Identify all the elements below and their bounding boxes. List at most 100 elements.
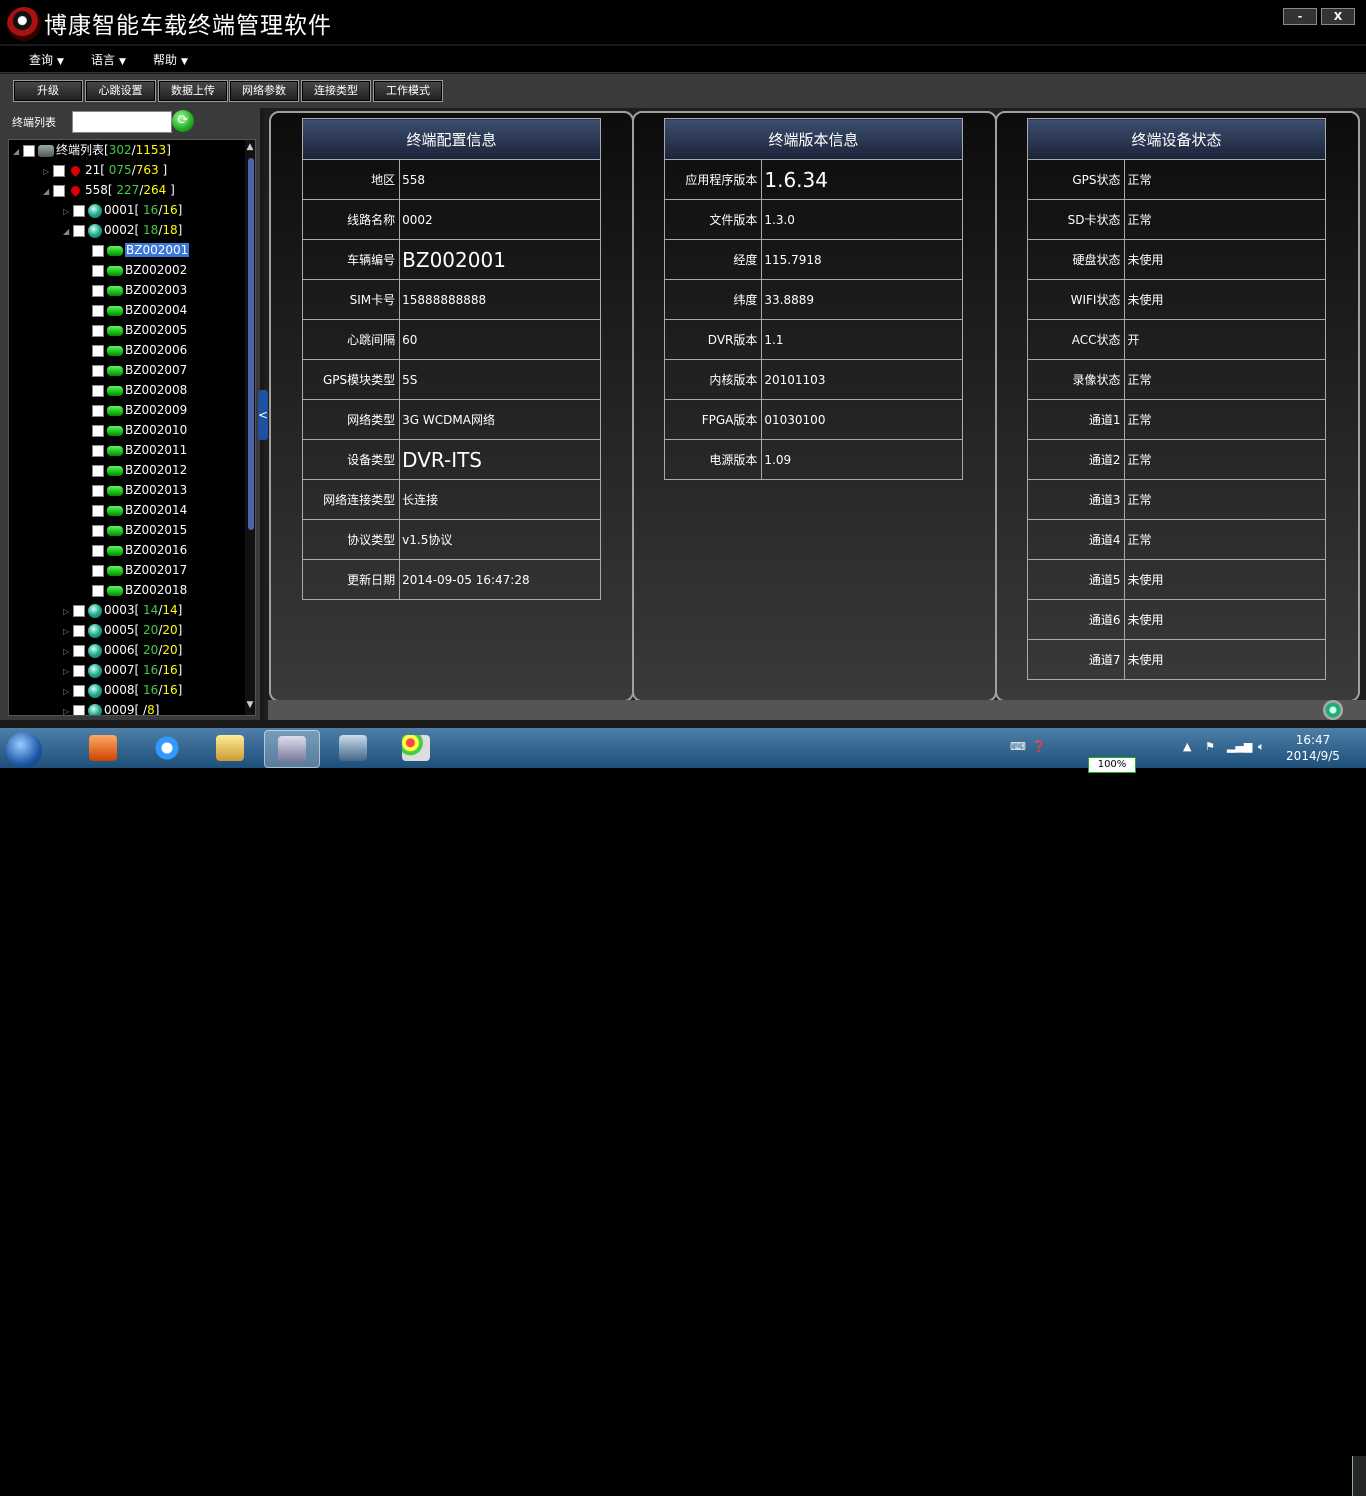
tree-vehicle-item[interactable]: BZ002007 — [92, 360, 187, 380]
tree-vehicle-item[interactable]: BZ002006 — [92, 340, 187, 360]
tree-checkbox[interactable] — [92, 564, 104, 577]
volume-icon[interactable]: 🔈︎ — [1258, 740, 1265, 754]
collapse-icon[interactable]: ◢ — [43, 182, 53, 202]
menu-help[interactable]: 帮助 ▼ — [153, 51, 188, 68]
tree-node-0007[interactable]: ▷ 0007[ 16/16] — [63, 660, 182, 680]
tree-checkbox[interactable] — [73, 664, 85, 677]
tree-checkbox[interactable] — [73, 644, 85, 657]
expand-icon[interactable]: ▷ — [63, 702, 73, 715]
tree-vehicle-item[interactable]: BZ002008 — [92, 380, 187, 400]
tree-vehicle-item[interactable]: BZ002004 — [92, 300, 187, 320]
tree-vehicle-item[interactable]: BZ002002 — [92, 260, 187, 280]
expand-icon[interactable]: ▷ — [63, 622, 73, 642]
network-params-button[interactable]: 网络参数 — [229, 80, 299, 102]
connection-type-button[interactable]: 连接类型 — [301, 80, 371, 102]
tree-checkbox[interactable] — [73, 684, 85, 697]
taskbar-media-player[interactable] — [76, 730, 130, 766]
help-icon[interactable]: ❓ — [1032, 740, 1046, 753]
collapse-icon[interactable]: ◢ — [13, 142, 23, 162]
tree-checkbox[interactable] — [53, 164, 65, 177]
tree-checkbox[interactable] — [73, 704, 85, 715]
expand-icon[interactable]: ▷ — [43, 162, 53, 182]
tree-vehicle-item[interactable]: BZ002012 — [92, 460, 187, 480]
terminal-search-input[interactable] — [72, 111, 172, 133]
data-upload-button[interactable]: 数据上传 — [158, 80, 228, 102]
tree-checkbox[interactable] — [92, 484, 104, 497]
show-desktop-button[interactable] — [1352, 1456, 1366, 1496]
tree-checkbox[interactable] — [92, 404, 104, 417]
tree-vehicle-item[interactable]: BZ002001 — [92, 240, 190, 260]
scroll-up-icon[interactable]: ▲ — [245, 142, 255, 152]
expand-icon[interactable]: ▷ — [63, 662, 73, 682]
tree-checkbox[interactable] — [92, 524, 104, 537]
tree-checkbox[interactable] — [92, 304, 104, 317]
tree-checkbox[interactable] — [92, 284, 104, 297]
taskbar-internet-explorer[interactable] — [140, 730, 194, 766]
tree-checkbox[interactable] — [92, 464, 104, 477]
tree-vehicle-item[interactable]: BZ002011 — [92, 440, 187, 460]
start-button[interactable] — [6, 732, 42, 768]
scroll-down-icon[interactable]: ▼ — [245, 700, 255, 710]
expand-icon[interactable]: ▷ — [63, 642, 73, 662]
collapse-sidebar-toggle[interactable]: < — [258, 390, 268, 440]
tree-checkbox[interactable] — [92, 384, 104, 397]
tree-checkbox[interactable] — [53, 184, 65, 197]
tree-node-0002[interactable]: ◢ 0002[ 18/18] — [63, 220, 182, 240]
tree-vehicle-item[interactable]: BZ002009 — [92, 400, 187, 420]
tree-vehicle-item[interactable]: BZ002005 — [92, 320, 187, 340]
tree-checkbox[interactable] — [92, 504, 104, 517]
upgrade-button[interactable]: 升级 — [13, 80, 83, 102]
tree-node-0005[interactable]: ▷ 0005[ 20/20] — [63, 620, 182, 640]
keyboard-icon[interactable]: ⌨ — [1010, 740, 1026, 753]
tree-vehicle-item[interactable]: BZ002010 — [92, 420, 187, 440]
tree-checkbox[interactable] — [92, 544, 104, 557]
expand-icon[interactable]: ▷ — [63, 202, 73, 222]
tree-node-21[interactable]: ▷ 21[ 075/763 ] — [43, 160, 167, 180]
tree-checkbox[interactable] — [92, 424, 104, 437]
tree-checkbox[interactable] — [92, 344, 104, 357]
tree-node-0001[interactable]: ▷ 0001[ 16/16] — [63, 200, 182, 220]
taskbar-remote-desktop[interactable] — [326, 730, 380, 766]
system-clock[interactable]: 16:47 2014/9/5 — [1283, 732, 1343, 764]
tree-checkbox[interactable] — [92, 244, 104, 257]
tree-node-0003[interactable]: ▷ 0003[ 14/14] — [63, 600, 182, 620]
terminal-tree[interactable]: ◢ 终端列表[302/1153] ▷ 21[ 075/763 ] ◢ 558[ 227… — [8, 139, 256, 716]
tree-checkbox[interactable] — [92, 364, 104, 377]
tree-vehicle-item[interactable]: BZ002017 — [92, 560, 187, 580]
tree-vehicle-item[interactable]: BZ002016 — [92, 540, 187, 560]
tree-vehicle-item[interactable]: BZ002003 — [92, 280, 187, 300]
tree-vehicle-item[interactable]: BZ002018 — [92, 580, 187, 600]
notification-icon[interactable]: ⚑ — [1205, 740, 1215, 753]
tree-checkbox[interactable] — [73, 224, 85, 237]
tray-expand-icon[interactable]: ▲ — [1183, 740, 1191, 753]
tree-root[interactable]: ◢ 终端列表[302/1153] — [13, 140, 171, 160]
tree-checkbox[interactable] — [73, 204, 85, 217]
settings-gear-icon[interactable] — [1323, 700, 1343, 720]
tree-checkbox[interactable] — [92, 584, 104, 597]
taskbar-file-explorer[interactable] — [203, 730, 257, 766]
tree-checkbox[interactable] — [73, 604, 85, 617]
close-button[interactable]: X — [1321, 8, 1355, 25]
refresh-icon[interactable]: ⟳ — [172, 110, 194, 132]
tree-scrollbar-thumb[interactable] — [248, 158, 254, 530]
minimize-button[interactable]: - — [1283, 8, 1317, 25]
tree-vehicle-item[interactable]: BZ002013 — [92, 480, 187, 500]
tree-vehicle-item[interactable]: BZ002015 — [92, 520, 187, 540]
tree-checkbox[interactable] — [92, 324, 104, 337]
tree-node-0006[interactable]: ▷ 0006[ 20/20] — [63, 640, 182, 660]
network-signal-icon[interactable]: ▂▄▆ — [1227, 740, 1252, 753]
tree-checkbox[interactable] — [23, 144, 35, 157]
tree-node-0009[interactable]: ▷ 0009[ /8] — [63, 700, 159, 715]
expand-icon[interactable]: ▷ — [63, 682, 73, 702]
collapse-icon[interactable]: ◢ — [63, 222, 73, 242]
tree-checkbox[interactable] — [92, 264, 104, 277]
tree-checkbox[interactable] — [73, 624, 85, 637]
taskbar-paint[interactable] — [389, 730, 443, 766]
tree-checkbox[interactable] — [92, 444, 104, 457]
heartbeat-settings-button[interactable]: 心跳设置 — [85, 80, 156, 102]
battery-indicator[interactable]: 100% — [1088, 757, 1136, 773]
expand-icon[interactable]: ▷ — [63, 602, 73, 622]
tree-node-558[interactable]: ◢ 558[ 227/264 ] — [43, 180, 175, 200]
tree-vehicle-item[interactable]: BZ002014 — [92, 500, 187, 520]
taskbar-control-panel[interactable] — [264, 730, 320, 768]
